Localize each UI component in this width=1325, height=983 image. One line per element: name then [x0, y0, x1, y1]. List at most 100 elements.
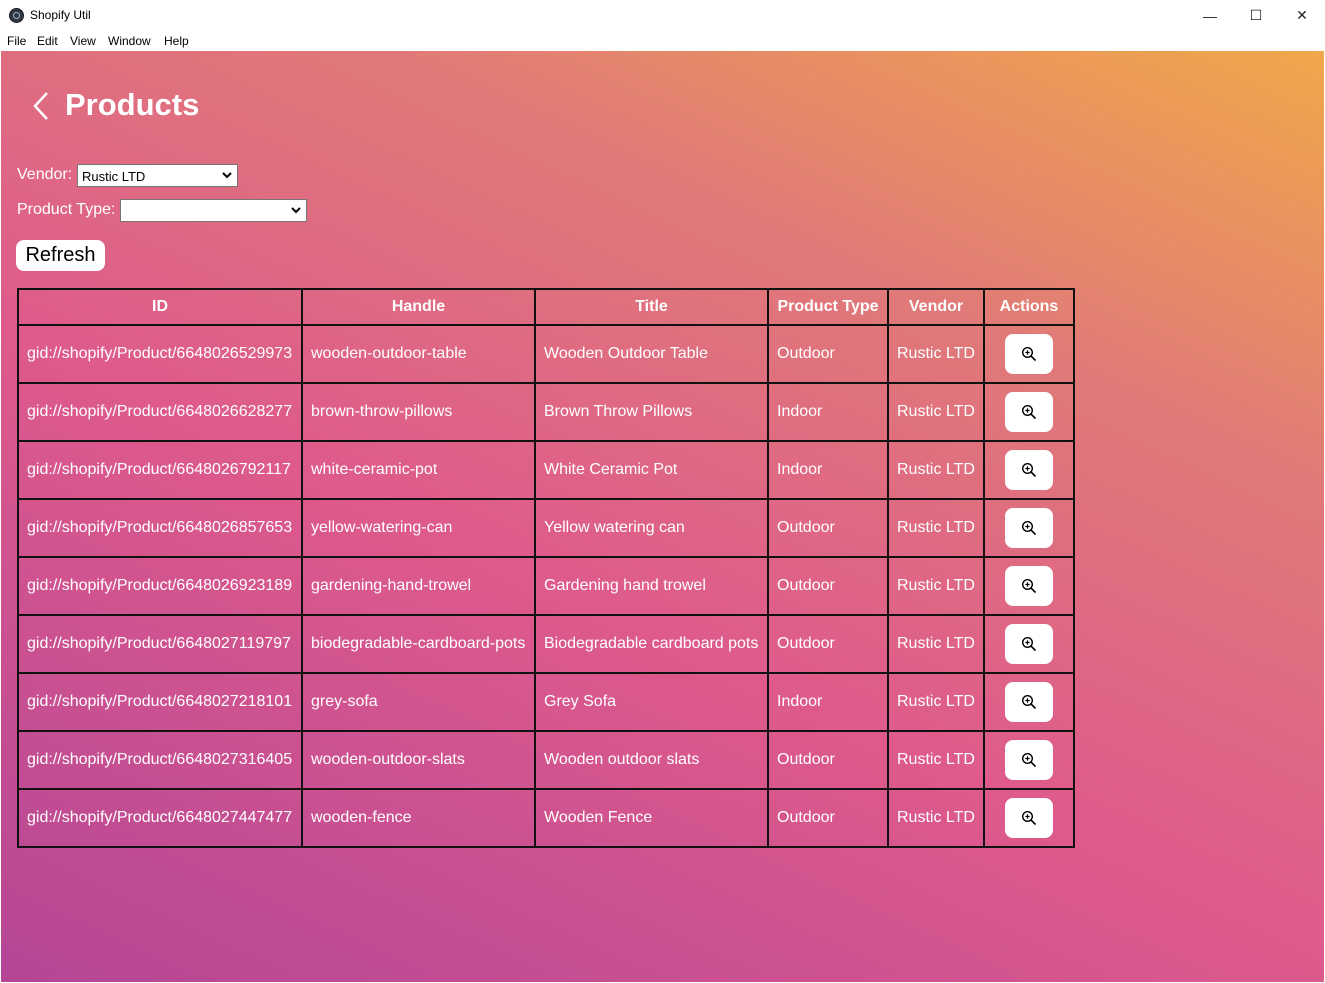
cell-id: gid://shopify/Product/6648026529973: [17, 324, 303, 384]
cell-handle: wooden-outdoor-table: [301, 324, 536, 384]
table-row: gid://shopify/Product/6648027218101 grey-…: [17, 672, 1075, 732]
menu-help[interactable]: Help: [164, 34, 189, 48]
cell-handle: yellow-watering-can: [301, 498, 536, 558]
zoom-in-icon: [1021, 578, 1037, 594]
zoom-in-icon: [1021, 404, 1037, 420]
cell-id: gid://shopify/Product/6648026857653: [17, 498, 303, 558]
chevron-left-icon[interactable]: [32, 91, 52, 121]
page-title: Products: [65, 87, 200, 122]
table-row: gid://shopify/Product/6648026792117 white…: [17, 440, 1075, 500]
app-logo-icon: [9, 8, 24, 23]
cell-vendor: Rustic LTD: [887, 730, 985, 790]
column-header-actions: Actions: [983, 288, 1075, 326]
cell-id: gid://shopify/Product/6648026628277: [17, 382, 303, 442]
cell-title: Brown Throw Pillows: [534, 382, 769, 442]
window-title: Shopify Util: [30, 8, 91, 22]
cell-actions: [983, 498, 1075, 558]
cell-handle: gardening-hand-trowel: [301, 556, 536, 616]
cell-vendor: Rustic LTD: [887, 324, 985, 384]
cell-product-type: Indoor: [767, 672, 889, 732]
zoom-in-icon: [1021, 694, 1037, 710]
cell-id: gid://shopify/Product/6648027119797: [17, 614, 303, 674]
refresh-button[interactable]: Refresh: [16, 240, 105, 271]
product-type-label: Product Type:: [17, 201, 116, 218]
vendor-select-value: Rustic LTD: [82, 169, 146, 184]
cell-id: gid://shopify/Product/6648027218101: [17, 672, 303, 732]
view-product-button[interactable]: [1005, 566, 1053, 606]
cell-actions: [983, 324, 1075, 384]
title-bar: Shopify Util — ☐ ✕: [0, 0, 1325, 32]
table-header-row: ID Handle Title Product Type Vendor Acti…: [17, 288, 1075, 326]
close-button[interactable]: ✕: [1279, 0, 1325, 31]
cell-handle: wooden-fence: [301, 788, 536, 848]
table-row: gid://shopify/Product/6648027316405 woode…: [17, 730, 1075, 790]
cell-vendor: Rustic LTD: [887, 556, 985, 616]
column-header-title: Title: [534, 288, 769, 326]
cell-product-type: Outdoor: [767, 788, 889, 848]
maximize-button[interactable]: ☐: [1233, 0, 1279, 31]
view-product-button[interactable]: [1005, 624, 1053, 664]
main-content: Products Vendor: Rustic LTD Product Type…: [1, 51, 1324, 982]
cell-title: Biodegradable cardboard pots: [534, 614, 769, 674]
cell-title: Yellow watering can: [534, 498, 769, 558]
cell-product-type: Outdoor: [767, 614, 889, 674]
cell-title: Grey Sofa: [534, 672, 769, 732]
table-row: gid://shopify/Product/6648026923189 garde…: [17, 556, 1075, 616]
product-type-select[interactable]: [120, 199, 307, 222]
cell-vendor: Rustic LTD: [887, 498, 985, 558]
cell-handle: grey-sofa: [301, 672, 536, 732]
view-product-button[interactable]: [1005, 450, 1053, 490]
cell-title: White Ceramic Pot: [534, 440, 769, 500]
table-row: gid://shopify/Product/6648026529973 woode…: [17, 324, 1075, 384]
cell-handle: brown-throw-pillows: [301, 382, 536, 442]
table-row: gid://shopify/Product/6648026857653 yello…: [17, 498, 1075, 558]
cell-vendor: Rustic LTD: [887, 614, 985, 674]
menu-view[interactable]: View: [70, 34, 96, 48]
chevron-down-icon: [222, 172, 232, 179]
cell-actions: [983, 614, 1075, 674]
view-product-button[interactable]: [1005, 392, 1053, 432]
cell-id: gid://shopify/Product/6648026923189: [17, 556, 303, 616]
vendor-label: Vendor:: [17, 166, 73, 183]
zoom-in-icon: [1021, 810, 1037, 826]
zoom-in-icon: [1021, 462, 1037, 478]
column-header-handle: Handle: [301, 288, 536, 326]
zoom-in-icon: [1021, 520, 1037, 536]
table-row: gid://shopify/Product/6648027119797 biode…: [17, 614, 1075, 674]
vendor-select[interactable]: Rustic LTD: [77, 164, 238, 187]
cell-product-type: Outdoor: [767, 556, 889, 616]
cell-id: gid://shopify/Product/6648027316405: [17, 730, 303, 790]
cell-handle: white-ceramic-pot: [301, 440, 536, 500]
products-table: ID Handle Title Product Type Vendor Acti…: [17, 288, 1075, 848]
cell-vendor: Rustic LTD: [887, 788, 985, 848]
chevron-down-icon: [291, 207, 301, 214]
cell-actions: [983, 788, 1075, 848]
cell-actions: [983, 382, 1075, 442]
zoom-in-icon: [1021, 636, 1037, 652]
cell-vendor: Rustic LTD: [887, 440, 985, 500]
cell-id: gid://shopify/Product/6648026792117: [17, 440, 303, 500]
view-product-button[interactable]: [1005, 682, 1053, 722]
zoom-in-icon: [1021, 752, 1037, 768]
cell-product-type: Indoor: [767, 382, 889, 442]
cell-handle: biodegradable-cardboard-pots: [301, 614, 536, 674]
cell-product-type: Outdoor: [767, 324, 889, 384]
view-product-button[interactable]: [1005, 508, 1053, 548]
cell-actions: [983, 556, 1075, 616]
menu-edit[interactable]: Edit: [37, 34, 58, 48]
cell-product-type: Outdoor: [767, 498, 889, 558]
view-product-button[interactable]: [1005, 334, 1053, 374]
cell-title: Wooden Fence: [534, 788, 769, 848]
cell-actions: [983, 730, 1075, 790]
cell-title: Gardening hand trowel: [534, 556, 769, 616]
cell-id: gid://shopify/Product/6648027447477: [17, 788, 303, 848]
column-header-product-type: Product Type: [767, 288, 889, 326]
cell-handle: wooden-outdoor-slats: [301, 730, 536, 790]
view-product-button[interactable]: [1005, 798, 1053, 838]
minimize-button[interactable]: —: [1187, 0, 1233, 31]
column-header-vendor: Vendor: [887, 288, 985, 326]
cell-product-type: Outdoor: [767, 730, 889, 790]
view-product-button[interactable]: [1005, 740, 1053, 780]
menu-file[interactable]: File: [7, 34, 26, 48]
menu-window[interactable]: Window: [108, 34, 151, 48]
